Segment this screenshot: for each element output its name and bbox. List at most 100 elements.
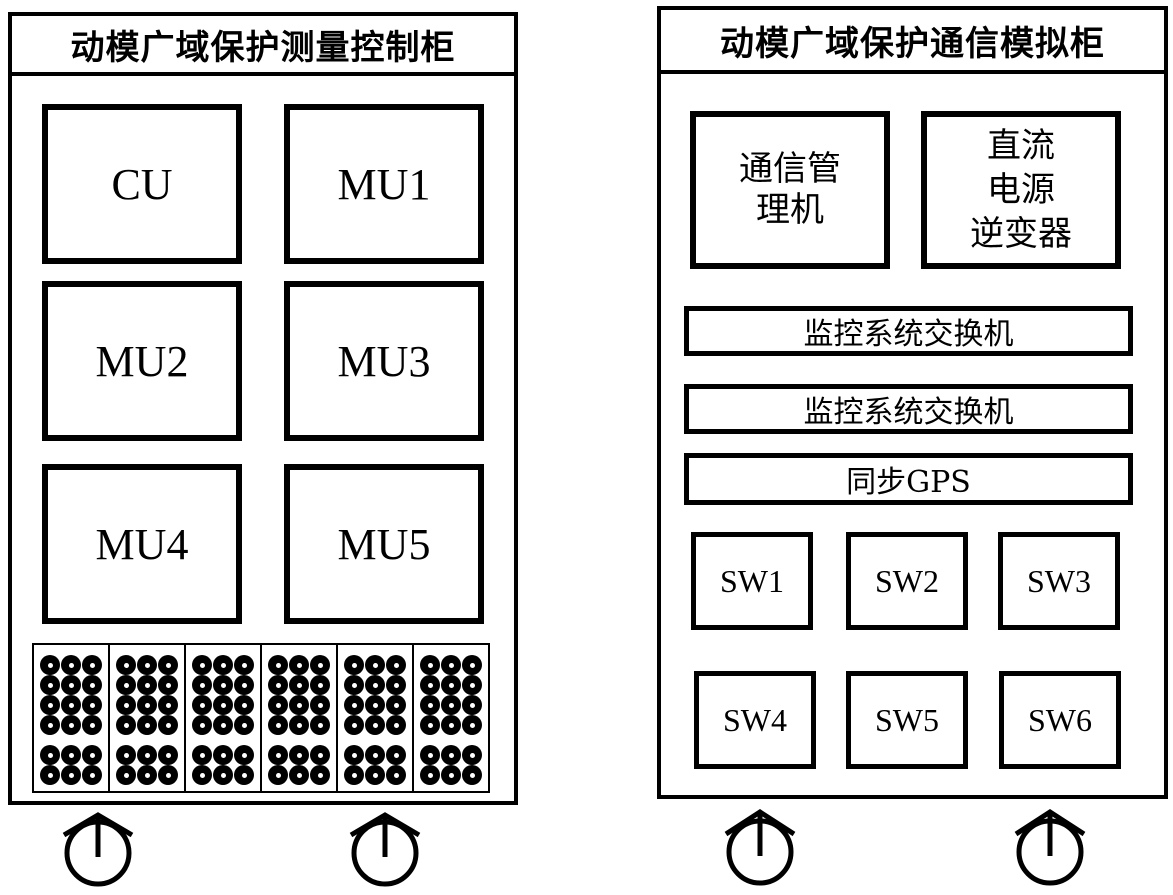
terminal-icon	[234, 715, 254, 735]
terminal-row	[40, 675, 103, 695]
terminal-icon	[386, 765, 406, 785]
terminal-row	[192, 745, 255, 765]
terminal-icon	[441, 695, 461, 715]
terminal-icon	[61, 745, 81, 765]
communication-manager-line: 理机	[756, 190, 824, 230]
terminal-icon	[61, 655, 81, 675]
terminal-icon	[61, 675, 81, 695]
terminal-icon	[158, 715, 178, 735]
terminal-icon	[420, 675, 440, 695]
terminal-row	[344, 655, 407, 675]
terminal-row	[268, 765, 331, 785]
caster-wheel-icon	[62, 812, 134, 887]
unit-mu3: MU3	[284, 281, 484, 441]
terminal-icon	[213, 675, 233, 695]
terminal-icon	[82, 675, 102, 695]
terminal-icon	[420, 765, 440, 785]
terminal-icon	[40, 715, 60, 735]
terminal-icon	[289, 765, 309, 785]
terminal-row	[268, 655, 331, 675]
terminal-column	[414, 645, 488, 791]
terminal-icon	[344, 715, 364, 735]
terminal-icon	[386, 745, 406, 765]
caster-wheel-icon	[1014, 809, 1086, 886]
terminal-row	[192, 655, 255, 675]
terminal-icon	[462, 675, 482, 695]
terminal-icon	[365, 675, 385, 695]
cabinet-title: 动模广域保护测量控制柜	[12, 16, 514, 76]
terminal-icon	[234, 765, 254, 785]
terminal-row	[40, 745, 103, 765]
communication-manager: 通信管 理机	[690, 111, 890, 269]
terminal-icon	[192, 675, 212, 695]
terminal-icon	[158, 695, 178, 715]
terminal-row	[40, 655, 103, 675]
terminal-icon	[234, 675, 254, 695]
terminal-icon	[462, 745, 482, 765]
terminal-icon	[310, 715, 330, 735]
terminal-icon	[40, 655, 60, 675]
terminal-icon	[40, 675, 60, 695]
terminal-icon	[462, 715, 482, 735]
terminal-icon	[234, 745, 254, 765]
terminal-column	[186, 645, 262, 791]
unit-mu2: MU2	[42, 281, 242, 441]
terminal-icon	[82, 715, 102, 735]
switch-sw2: SW2	[846, 532, 968, 630]
unit-mu5: MU5	[284, 464, 484, 624]
terminal-icon	[213, 655, 233, 675]
terminal-icon	[310, 655, 330, 675]
terminal-icon	[268, 675, 288, 695]
terminal-icon	[137, 655, 157, 675]
terminal-icon	[365, 695, 385, 715]
terminal-icon	[213, 745, 233, 765]
terminal-icon	[137, 745, 157, 765]
terminal-icon	[386, 675, 406, 695]
terminal-row	[40, 765, 103, 785]
terminal-icon	[116, 765, 136, 785]
terminal-icon	[116, 655, 136, 675]
terminal-icon	[420, 655, 440, 675]
terminal-row	[344, 695, 407, 715]
cabinet-title: 动模广域保护通信模拟柜	[661, 10, 1164, 74]
terminal-icon	[365, 765, 385, 785]
terminal-column	[338, 645, 414, 791]
terminal-icon	[192, 695, 212, 715]
terminal-row	[420, 715, 483, 735]
terminal-icon	[116, 675, 136, 695]
terminal-row	[116, 715, 179, 735]
dc-power-inverter-line: 逆变器	[970, 214, 1072, 255]
terminal-icon	[268, 765, 288, 785]
dc-power-inverter: 直流 电源 逆变器	[921, 111, 1121, 269]
terminal-icon	[344, 695, 364, 715]
terminal-icon	[310, 765, 330, 785]
terminal-icon	[441, 765, 461, 785]
terminal-icon	[268, 745, 288, 765]
terminal-icon	[310, 745, 330, 765]
terminal-icon	[40, 695, 60, 715]
terminal-icon	[386, 655, 406, 675]
terminal-icon	[234, 695, 254, 715]
sync-gps: 同步GPS	[684, 453, 1133, 505]
terminal-icon	[365, 745, 385, 765]
terminal-icon	[310, 695, 330, 715]
terminal-icon	[116, 745, 136, 765]
terminal-icon	[82, 695, 102, 715]
terminal-icon	[344, 675, 364, 695]
terminal-icon	[82, 765, 102, 785]
terminal-icon	[137, 765, 157, 785]
terminal-icon	[158, 655, 178, 675]
terminal-row	[420, 765, 483, 785]
unit-cu: CU	[42, 104, 242, 264]
terminal-icon	[158, 675, 178, 695]
terminal-row	[192, 675, 255, 695]
terminal-row	[40, 695, 103, 715]
terminal-icon	[61, 715, 81, 735]
terminal-icon	[192, 715, 212, 735]
terminal-icon	[82, 745, 102, 765]
terminal-icon	[116, 695, 136, 715]
monitoring-switch-2: 监控系统交换机	[684, 384, 1133, 434]
terminal-icon	[365, 655, 385, 675]
switch-sw6: SW6	[999, 671, 1121, 769]
terminal-icon	[462, 765, 482, 785]
